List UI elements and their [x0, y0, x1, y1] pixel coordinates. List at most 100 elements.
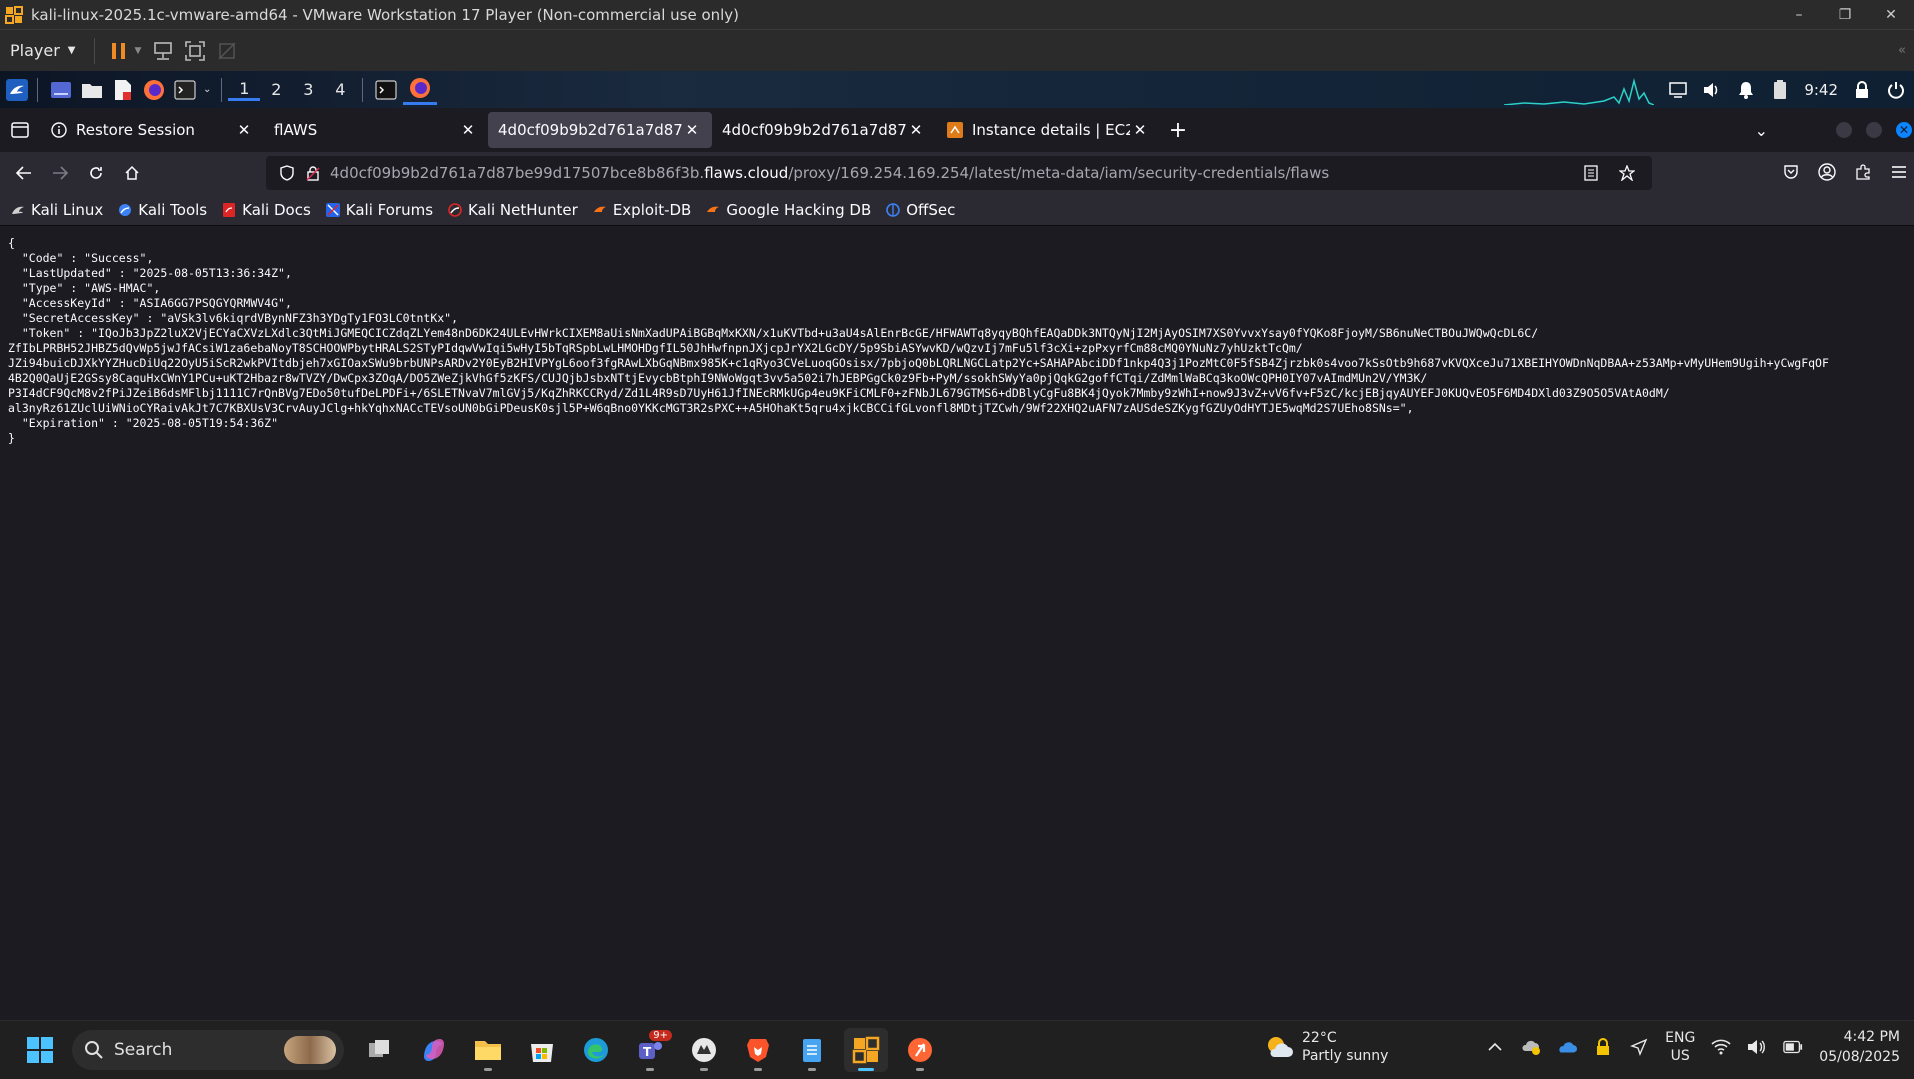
teams-button[interactable]: T 9+	[628, 1028, 672, 1072]
url-text[interactable]: 4d0cf09b9b2d761a7d87be99d17507bce8b86f3b…	[330, 164, 1578, 182]
workspace-2[interactable]: 2	[260, 80, 292, 99]
send-ctrl-alt-del-button[interactable]	[147, 36, 179, 66]
lock-screen-icon[interactable]	[1852, 80, 1872, 100]
start-button[interactable]	[20, 1030, 60, 1070]
power-icon[interactable]	[1886, 80, 1906, 100]
extensions-button[interactable]	[1848, 156, 1878, 188]
list-all-tabs-icon[interactable]: ⌄	[1755, 121, 1768, 140]
tracking-shield-icon[interactable]	[274, 165, 300, 181]
microsoft-store-button[interactable]	[520, 1028, 564, 1072]
vpn-lock-icon[interactable]	[1593, 1037, 1613, 1057]
weather-widget[interactable]: 22°C Partly sunny	[1264, 1029, 1388, 1065]
show-desktop-button[interactable]	[47, 75, 75, 105]
location-arrow-icon[interactable]	[1629, 1037, 1649, 1057]
task-view-button[interactable]	[358, 1028, 402, 1072]
show-hidden-icons-chevron-icon[interactable]	[1485, 1037, 1505, 1057]
unity-button[interactable]	[211, 36, 243, 66]
panel-clock[interactable]: 9:42	[1804, 81, 1838, 99]
file-explorer-button[interactable]	[466, 1028, 510, 1072]
cloud-warning-icon[interactable]	[1521, 1037, 1541, 1057]
tab-flaws[interactable]: flAWS ✕	[264, 112, 488, 148]
battery-status-icon[interactable]	[1783, 1037, 1803, 1057]
bookmark-offsec[interactable]: OffSec	[885, 201, 955, 219]
pocket-button[interactable]	[1776, 156, 1806, 188]
bookmark-kali-linux[interactable]: Kali Linux	[10, 201, 103, 219]
restore-button[interactable]: ❐	[1822, 7, 1868, 23]
back-button[interactable]	[6, 157, 42, 189]
wifi-icon[interactable]	[1711, 1037, 1731, 1057]
copilot-button[interactable]	[412, 1028, 456, 1072]
system-clock[interactable]: 4:42 PM 05/08/2025	[1819, 1027, 1900, 1067]
close-tab-icon[interactable]: ✕	[906, 121, 926, 139]
close-tab-icon[interactable]: ✕	[682, 121, 702, 139]
app-menu-button[interactable]	[1884, 156, 1914, 188]
tab-credentials-active[interactable]: 4d0cf09b9b2d761a7d87be99d17507bce8b86f3b…	[488, 112, 712, 148]
terminal-launcher[interactable]	[171, 75, 199, 105]
notepad-icon	[803, 1039, 821, 1062]
kali-tools-icon	[117, 202, 133, 218]
connection-lock-icon[interactable]	[300, 165, 326, 181]
maximize-browser-button[interactable]	[1866, 122, 1882, 138]
player-menu-label: Player	[10, 41, 60, 60]
notification-bell-icon[interactable]	[1736, 80, 1756, 100]
workspace-3[interactable]: 3	[292, 80, 324, 99]
close-browser-button[interactable]: ✕	[1896, 122, 1912, 138]
taskbar-firefox-window[interactable]	[403, 75, 438, 105]
address-bar[interactable]: 4d0cf09b9b2d761a7d87be99d17507bce8b86f3b…	[266, 156, 1652, 190]
close-tab-icon[interactable]: ✕	[458, 121, 478, 139]
pause-vm-button[interactable]	[103, 36, 135, 66]
display-icon[interactable]	[1668, 80, 1688, 100]
bookmark-kali-tools[interactable]: Kali Tools	[117, 201, 207, 219]
double-chevron-left-icon[interactable]: «	[1898, 43, 1906, 58]
taskbar-terminal-window[interactable]	[372, 75, 400, 105]
close-window-button[interactable]: ✕	[1868, 7, 1914, 23]
bookmark-kali-nethunter[interactable]: Kali NetHunter	[447, 201, 578, 219]
account-button[interactable]	[1812, 156, 1842, 188]
burp-suite-button[interactable]	[898, 1028, 942, 1072]
workspace-1[interactable]: 1	[228, 79, 261, 101]
vmware-taskbar-button[interactable]	[844, 1028, 888, 1072]
forward-button[interactable]	[42, 157, 78, 189]
home-button[interactable]	[114, 157, 150, 189]
tab-restore-session[interactable]: Restore Session ✕	[40, 112, 264, 148]
terminal-dropdown-icon[interactable]: ⌄	[203, 84, 211, 95]
tab-ec2-instance[interactable]: Instance details | EC2 | us ✕	[936, 112, 1160, 148]
window-title: kali-linux-2025.1c-vmware-amd64 - VMware…	[31, 5, 740, 24]
battery-icon[interactable]	[1770, 79, 1790, 100]
volume-icon[interactable]	[1702, 80, 1722, 100]
firefox-icon	[410, 78, 431, 98]
bookmark-kali-docs[interactable]: Kali Docs	[221, 201, 311, 219]
notepad-button[interactable]	[790, 1028, 834, 1072]
firefox-launcher[interactable]	[140, 75, 168, 105]
edge-button[interactable]	[574, 1028, 618, 1072]
reader-view-icon[interactable]	[1578, 165, 1604, 181]
new-tab-button[interactable]: +	[1160, 118, 1196, 143]
workspace-4[interactable]: 4	[324, 80, 356, 99]
raw-json-text: { "Code" : "Success", "LastUpdated" : "2…	[8, 236, 1906, 446]
brave-button[interactable]	[736, 1028, 780, 1072]
search-icon	[85, 1041, 103, 1059]
bookmark-star-icon[interactable]	[1614, 165, 1640, 181]
bookmark-google-hacking-db[interactable]: Google Hacking DB	[705, 201, 871, 219]
bookmark-exploit-db[interactable]: Exploit-DB	[592, 201, 691, 219]
kali-dragon-icon	[10, 202, 26, 218]
taskbar-search-box[interactable]: Search	[72, 1030, 344, 1070]
input-language-indicator[interactable]: ENG US	[1665, 1029, 1695, 1065]
reload-button[interactable]	[78, 157, 114, 189]
speaker-icon[interactable]	[1747, 1037, 1767, 1057]
close-tab-icon[interactable]: ✕	[1130, 121, 1150, 139]
file-manager-launcher[interactable]	[78, 75, 106, 105]
bookmark-kali-forums[interactable]: Kali Forums	[325, 201, 433, 219]
firefox-view-button[interactable]	[0, 110, 40, 150]
close-tab-icon[interactable]: ✕	[234, 121, 254, 139]
text-editor-launcher[interactable]	[109, 75, 137, 105]
onedrive-icon[interactable]	[1557, 1037, 1578, 1057]
pause-dropdown-icon[interactable]: ▼	[135, 46, 142, 56]
minimize-button[interactable]: –	[1776, 7, 1822, 23]
kali-menu-button[interactable]	[3, 75, 31, 105]
player-menu-button[interactable]: Player ▼	[0, 41, 86, 60]
tab-credentials[interactable]: 4d0cf09b9b2d761a7d87be99d17507bce8b86f3b…	[712, 112, 936, 148]
minimize-browser-button[interactable]	[1836, 122, 1852, 138]
app-wolf-button[interactable]	[682, 1028, 726, 1072]
fullscreen-button[interactable]	[179, 36, 211, 66]
